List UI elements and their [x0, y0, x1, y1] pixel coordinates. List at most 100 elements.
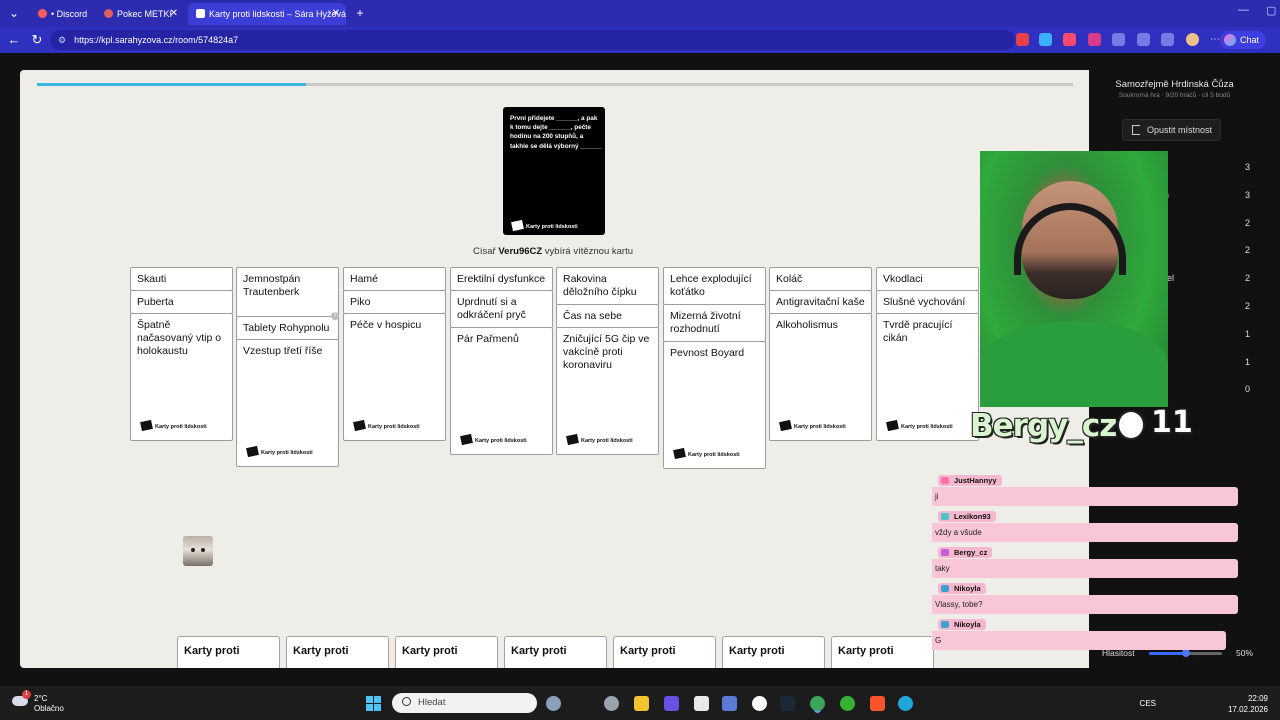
submission-column[interactable]: Skauti Puberta Špatně načasovaný vtip o ho…	[130, 267, 233, 441]
weather-condition: Oblačno	[34, 704, 64, 713]
white-answer-card[interactable]: Čas na sebe	[556, 304, 659, 328]
ai-chat-button[interactable]: Chat	[1219, 31, 1266, 49]
hand-card[interactable]: Karty proti	[395, 636, 498, 668]
white-answer-card[interactable]: Špatně načasovaný vtip o holokaustu Karty…	[130, 313, 233, 441]
app-icon[interactable]	[664, 696, 679, 711]
start-button-icon[interactable]	[366, 696, 382, 712]
volume-slider[interactable]	[1149, 649, 1222, 657]
white-answer-card[interactable]: Erektilní dysfunkce	[450, 267, 553, 291]
xbox-icon[interactable]	[840, 696, 855, 711]
brand-text: Karty proti lidskosti	[688, 452, 740, 458]
file-explorer-icon[interactable]	[634, 696, 649, 711]
white-answer-card[interactable]: Pevnost Boyard Karty proti lidskosti	[663, 341, 766, 469]
extension-icon[interactable]	[1088, 33, 1101, 46]
snipping-tool-icon[interactable]	[694, 696, 709, 711]
round-progress-bar	[37, 83, 1073, 86]
submission-column[interactable]: Hamé Piko Péče v hospicu Karty proti lidsko…	[343, 267, 446, 441]
white-answer-card[interactable]: Antigravitační kaše	[769, 290, 872, 314]
help-icon[interactable]: ?	[331, 312, 339, 320]
white-answer-card[interactable]: Uprdnutí si a odkráčení pryč	[450, 290, 553, 328]
white-answer-card[interactable]: Vzestup třetí říše Karty proti lidskosti	[236, 339, 339, 467]
weather-widget[interactable]: 1 2°C Oblačno	[12, 690, 64, 714]
site-info-icon[interactable]: ⚙	[58, 35, 66, 45]
chat-text: vždy a všude	[932, 523, 1238, 542]
czar-prefix: Císař	[473, 246, 499, 257]
reload-icon[interactable]: ↻	[29, 32, 45, 48]
submission-column[interactable]: Koláč Antigravitační kaše Alkoholismus Kart…	[769, 267, 872, 441]
game-board: První přidejete ______, a pak k tomu dej…	[20, 70, 1089, 668]
white-answer-card[interactable]: Rakovina děložního čípku	[556, 267, 659, 305]
language-indicator[interactable]: CES	[1140, 699, 1156, 708]
white-answer-card[interactable]: Vkodlaci	[876, 267, 979, 291]
cards-logo-icon	[673, 447, 686, 460]
answer-text: Vkodlaci	[883, 273, 923, 285]
extension-icon[interactable]	[1112, 33, 1125, 46]
answer-text: Puberta	[137, 296, 174, 308]
white-answer-card[interactable]: Zničující 5G čip ve vakcíně proti korona…	[556, 327, 659, 455]
leave-room-button[interactable]: Opustit místnost	[1122, 119, 1222, 141]
submission-column[interactable]: Rakovina děložního čípku Čas na sebe Zniču…	[556, 267, 659, 455]
hand-card[interactable]: Karty proti	[504, 636, 607, 668]
white-answer-card[interactable]: Mizerná životní rozhodnutí	[663, 304, 766, 342]
username-text: JustHannyy	[954, 476, 997, 485]
obs-icon[interactable]	[752, 696, 767, 711]
edge-icon[interactable]	[898, 696, 913, 711]
extensions-puzzle-icon[interactable]	[1161, 33, 1174, 46]
clock[interactable]: 22:09 17.02.2026	[1208, 693, 1268, 715]
back-icon[interactable]: ←	[6, 32, 22, 48]
close-tab-icon[interactable]: ✕	[170, 3, 178, 25]
hand-card[interactable]: Karty proti	[831, 636, 934, 668]
brave-icon[interactable]	[870, 696, 885, 711]
white-answer-card[interactable]: Jemnostpán Trautenberk	[236, 267, 339, 317]
app-icon[interactable]	[722, 696, 737, 711]
white-answer-card[interactable]: Péče v hospicu Karty proti lidskosti	[343, 313, 446, 441]
start-pane	[366, 704, 373, 711]
round-progress-fill	[37, 83, 307, 86]
white-answer-card[interactable]: Lehce explodující koťátko	[663, 267, 766, 305]
extension-icon[interactable]	[1016, 33, 1029, 46]
white-answer-card[interactable]: Tablety Rohypnolu?	[236, 312, 339, 340]
profile-avatar-icon[interactable]	[1186, 33, 1199, 46]
tab-pokec[interactable]: Pokec METKI ✕	[96, 3, 184, 25]
white-answer-card[interactable]: Slušné vychování	[876, 290, 979, 314]
submission-column[interactable]: Erektilní dysfunkce Uprdnutí si a odkráče…	[450, 267, 553, 455]
white-answer-card[interactable]: Hamé	[343, 267, 446, 291]
chat-username: Nikoyla	[938, 619, 986, 630]
chrome-icon[interactable]	[810, 696, 825, 711]
app-icon[interactable]	[604, 696, 619, 711]
new-tab-icon[interactable]: +	[352, 5, 368, 21]
submission-column[interactable]: Jemnostpán Trautenberk Tablety Rohypnolu?…	[236, 267, 339, 467]
window-controls: — ▢	[1160, 0, 1280, 27]
bookmarks-icon[interactable]	[1137, 33, 1150, 46]
white-answer-card[interactable]: Pár Pařmenů Karty proti lidskosti	[450, 327, 553, 455]
hand-card[interactable]: Karty proti	[177, 636, 280, 668]
brand-text: Karty proti lidskosti	[475, 438, 527, 444]
tab-list-icon[interactable]: ⌄	[6, 5, 22, 21]
white-answer-card[interactable]: Tvrdě pracující cikán Karty proti lidskos…	[876, 313, 979, 441]
submission-column[interactable]: Lehce explodující koťátko Mizerná životní…	[663, 267, 766, 469]
submission-column[interactable]: Vkodlaci Slušné vychování Tvrdě pracující …	[876, 267, 979, 441]
close-tab-icon[interactable]: ✕	[332, 3, 340, 25]
white-answer-card[interactable]: Piko	[343, 290, 446, 314]
url-field[interactable]: ⚙ https://kpl.sarahyzova.cz/room/574824a7	[50, 30, 1015, 50]
card-brand: Karty proti lidskosti	[886, 419, 953, 434]
white-answer-card[interactable]: Koláč	[769, 267, 872, 291]
chat-text: Vlassy, tobe?	[932, 595, 1238, 614]
steam-icon[interactable]	[780, 696, 795, 711]
extension-icon[interactable]	[1063, 33, 1076, 46]
maximize-icon[interactable]: ▢	[1266, 4, 1276, 17]
hand-card[interactable]: Karty proti	[613, 636, 716, 668]
browser-tab-bar: ⌄ • Discord | Pokec METKI ✕ Karty proti …	[0, 0, 1280, 27]
minimize-icon[interactable]: —	[1238, 4, 1249, 16]
hand-card[interactable]: Karty proti	[722, 636, 825, 668]
hand-card[interactable]: Karty proti	[286, 636, 389, 668]
white-answer-card[interactable]: Alkoholismus Karty proti lidskosti	[769, 313, 872, 441]
white-answer-card[interactable]: Puberta	[130, 290, 233, 314]
volume-knob[interactable]	[1181, 649, 1190, 657]
taskbar-search[interactable]: Hledat	[392, 693, 537, 713]
tab-discord[interactable]: • Discord |	[30, 3, 90, 25]
extension-icon[interactable]	[1039, 33, 1052, 46]
white-answer-card[interactable]: Skauti	[130, 267, 233, 291]
tab-karty-active[interactable]: Karty proti lidskosti – Sára Hyžová ✕	[188, 3, 346, 25]
settings-app-icon[interactable]	[546, 696, 561, 711]
